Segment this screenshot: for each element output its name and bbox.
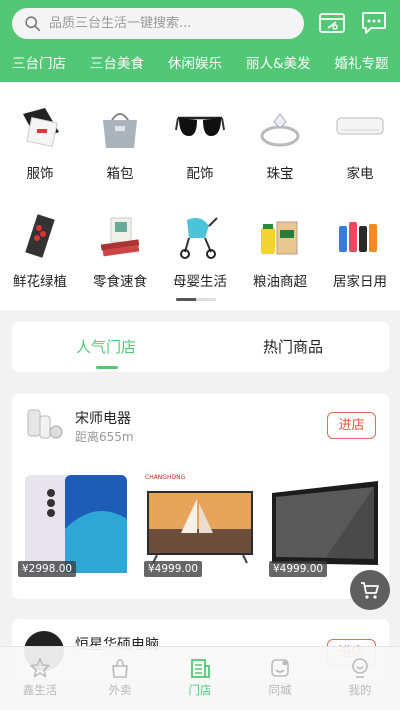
enter-store-button[interactable]: 进店 <box>327 412 376 439</box>
product-card[interactable]: ¥4999.00 <box>266 469 382 587</box>
store-logo-icon <box>27 409 63 439</box>
nav-label: 同城 <box>268 683 292 697</box>
nav-local[interactable]: 同城 <box>240 647 320 710</box>
category-jewelry[interactable]: 珠宝 <box>240 106 320 182</box>
store-distance: 距离655m <box>75 430 134 444</box>
product-card[interactable]: ¥2998.00 <box>15 469 131 587</box>
store-icon <box>191 659 210 678</box>
tab-hot-products[interactable]: 热门商品 <box>263 336 323 357</box>
category-label: 母婴生活 <box>173 274 227 290</box>
store-name: 宋师电器 <box>75 411 131 427</box>
ring-icon <box>260 113 300 147</box>
search-input[interactable] <box>49 16 289 31</box>
tab-underline <box>96 366 118 369</box>
nav-profile[interactable]: 我的 <box>320 647 400 710</box>
category-baby[interactable]: 母婴生活 <box>160 214 240 290</box>
nav-label: 鑫生活 <box>22 683 58 697</box>
tab-santai-food[interactable]: 三台美食 <box>90 52 144 76</box>
category-label: 服饰 <box>26 166 54 182</box>
local-icon <box>271 659 289 677</box>
category-household[interactable]: 居家日用 <box>320 214 400 290</box>
tab-popular-stores[interactable]: 人气门店 <box>76 336 136 357</box>
household-icon <box>339 222 377 252</box>
tab-leisure[interactable]: 休闲娱乐 <box>168 52 222 76</box>
search-bar[interactable] <box>12 8 304 39</box>
category-flowers[interactable]: 鲜花绿植 <box>0 214 80 290</box>
category-label: 鲜花绿植 <box>13 274 67 290</box>
category-snacks[interactable]: 零食速食 <box>80 214 160 290</box>
search-icon <box>25 16 41 32</box>
category-grocery[interactable]: 粮油商超 <box>240 214 320 290</box>
product-price: ¥2998.00 <box>18 561 77 577</box>
nav-label: 我的 <box>348 683 372 697</box>
tab-santai-stores[interactable]: 三台门店 <box>12 52 66 76</box>
section-tabs: 人气门店 热门商品 <box>12 322 389 372</box>
nav-stores[interactable]: 门店 <box>160 647 240 710</box>
nav-label: 外卖 <box>108 683 132 697</box>
message-icon[interactable] <box>361 11 387 35</box>
category-label: 零食速食 <box>93 274 147 290</box>
nav-label: 门店 <box>188 683 212 697</box>
svg-text:CHANGHONG: CHANGHONG <box>145 474 186 481</box>
takeout-icon <box>112 659 128 678</box>
category-accessories[interactable]: 配饰 <box>160 106 240 182</box>
sunglasses-icon <box>175 116 225 136</box>
cart-button[interactable] <box>350 570 390 610</box>
category-clothing[interactable]: 服饰 <box>0 106 80 182</box>
category-appliances[interactable]: 家电 <box>320 106 400 182</box>
nav-takeout[interactable]: 外卖 <box>80 647 160 710</box>
stroller-icon <box>180 217 218 259</box>
category-label: 箱包 <box>106 166 134 182</box>
bag-icon <box>103 113 137 148</box>
wallet-icon[interactable] <box>319 11 345 35</box>
category-bags[interactable]: 箱包 <box>80 106 160 182</box>
air-conditioner-icon <box>336 117 384 135</box>
flower-icon <box>25 214 55 258</box>
category-label: 配饰 <box>186 166 214 182</box>
category-label: 家电 <box>346 166 374 182</box>
tab-beauty[interactable]: 丽人&美发 <box>246 52 311 76</box>
star-home-icon <box>30 658 50 678</box>
product-price: ¥4999.00 <box>144 561 203 577</box>
snack-icon <box>100 217 140 257</box>
bottom-nav: 鑫生活 外卖 门店 同城 我的 <box>0 646 400 710</box>
product-price: ¥4999.00 <box>269 561 328 577</box>
clothing-icon <box>23 108 59 148</box>
profile-icon <box>352 658 368 678</box>
category-label: 居家日用 <box>333 274 387 290</box>
product-card[interactable]: CHANGHONG ¥4999.00 <box>141 469 257 587</box>
tab-wedding[interactable]: 婚礼专题 <box>335 52 389 76</box>
nav-xin-life[interactable]: 鑫生活 <box>0 647 80 710</box>
cart-icon <box>361 582 379 599</box>
category-tabs: 三台门店 三台美食 休闲娱乐 丽人&美发 婚礼专题 <box>0 52 400 76</box>
category-grid: 服饰 箱包 配饰 珠宝 家电 鲜花绿植 零食速食 母婴生活 粮油商超 居家日用 <box>0 82 400 310</box>
header: 三台门店 三台美食 休闲娱乐 丽人&美发 婚礼专题 <box>0 0 400 82</box>
category-label: 珠宝 <box>266 166 294 182</box>
category-label: 粮油商超 <box>253 274 307 290</box>
store-card[interactable]: 宋师电器 距离655m 进店 ¥2998.00 CHANGHONG ¥4999.… <box>12 394 389 599</box>
grocery-icon <box>261 221 298 255</box>
page-indicator <box>176 298 216 301</box>
